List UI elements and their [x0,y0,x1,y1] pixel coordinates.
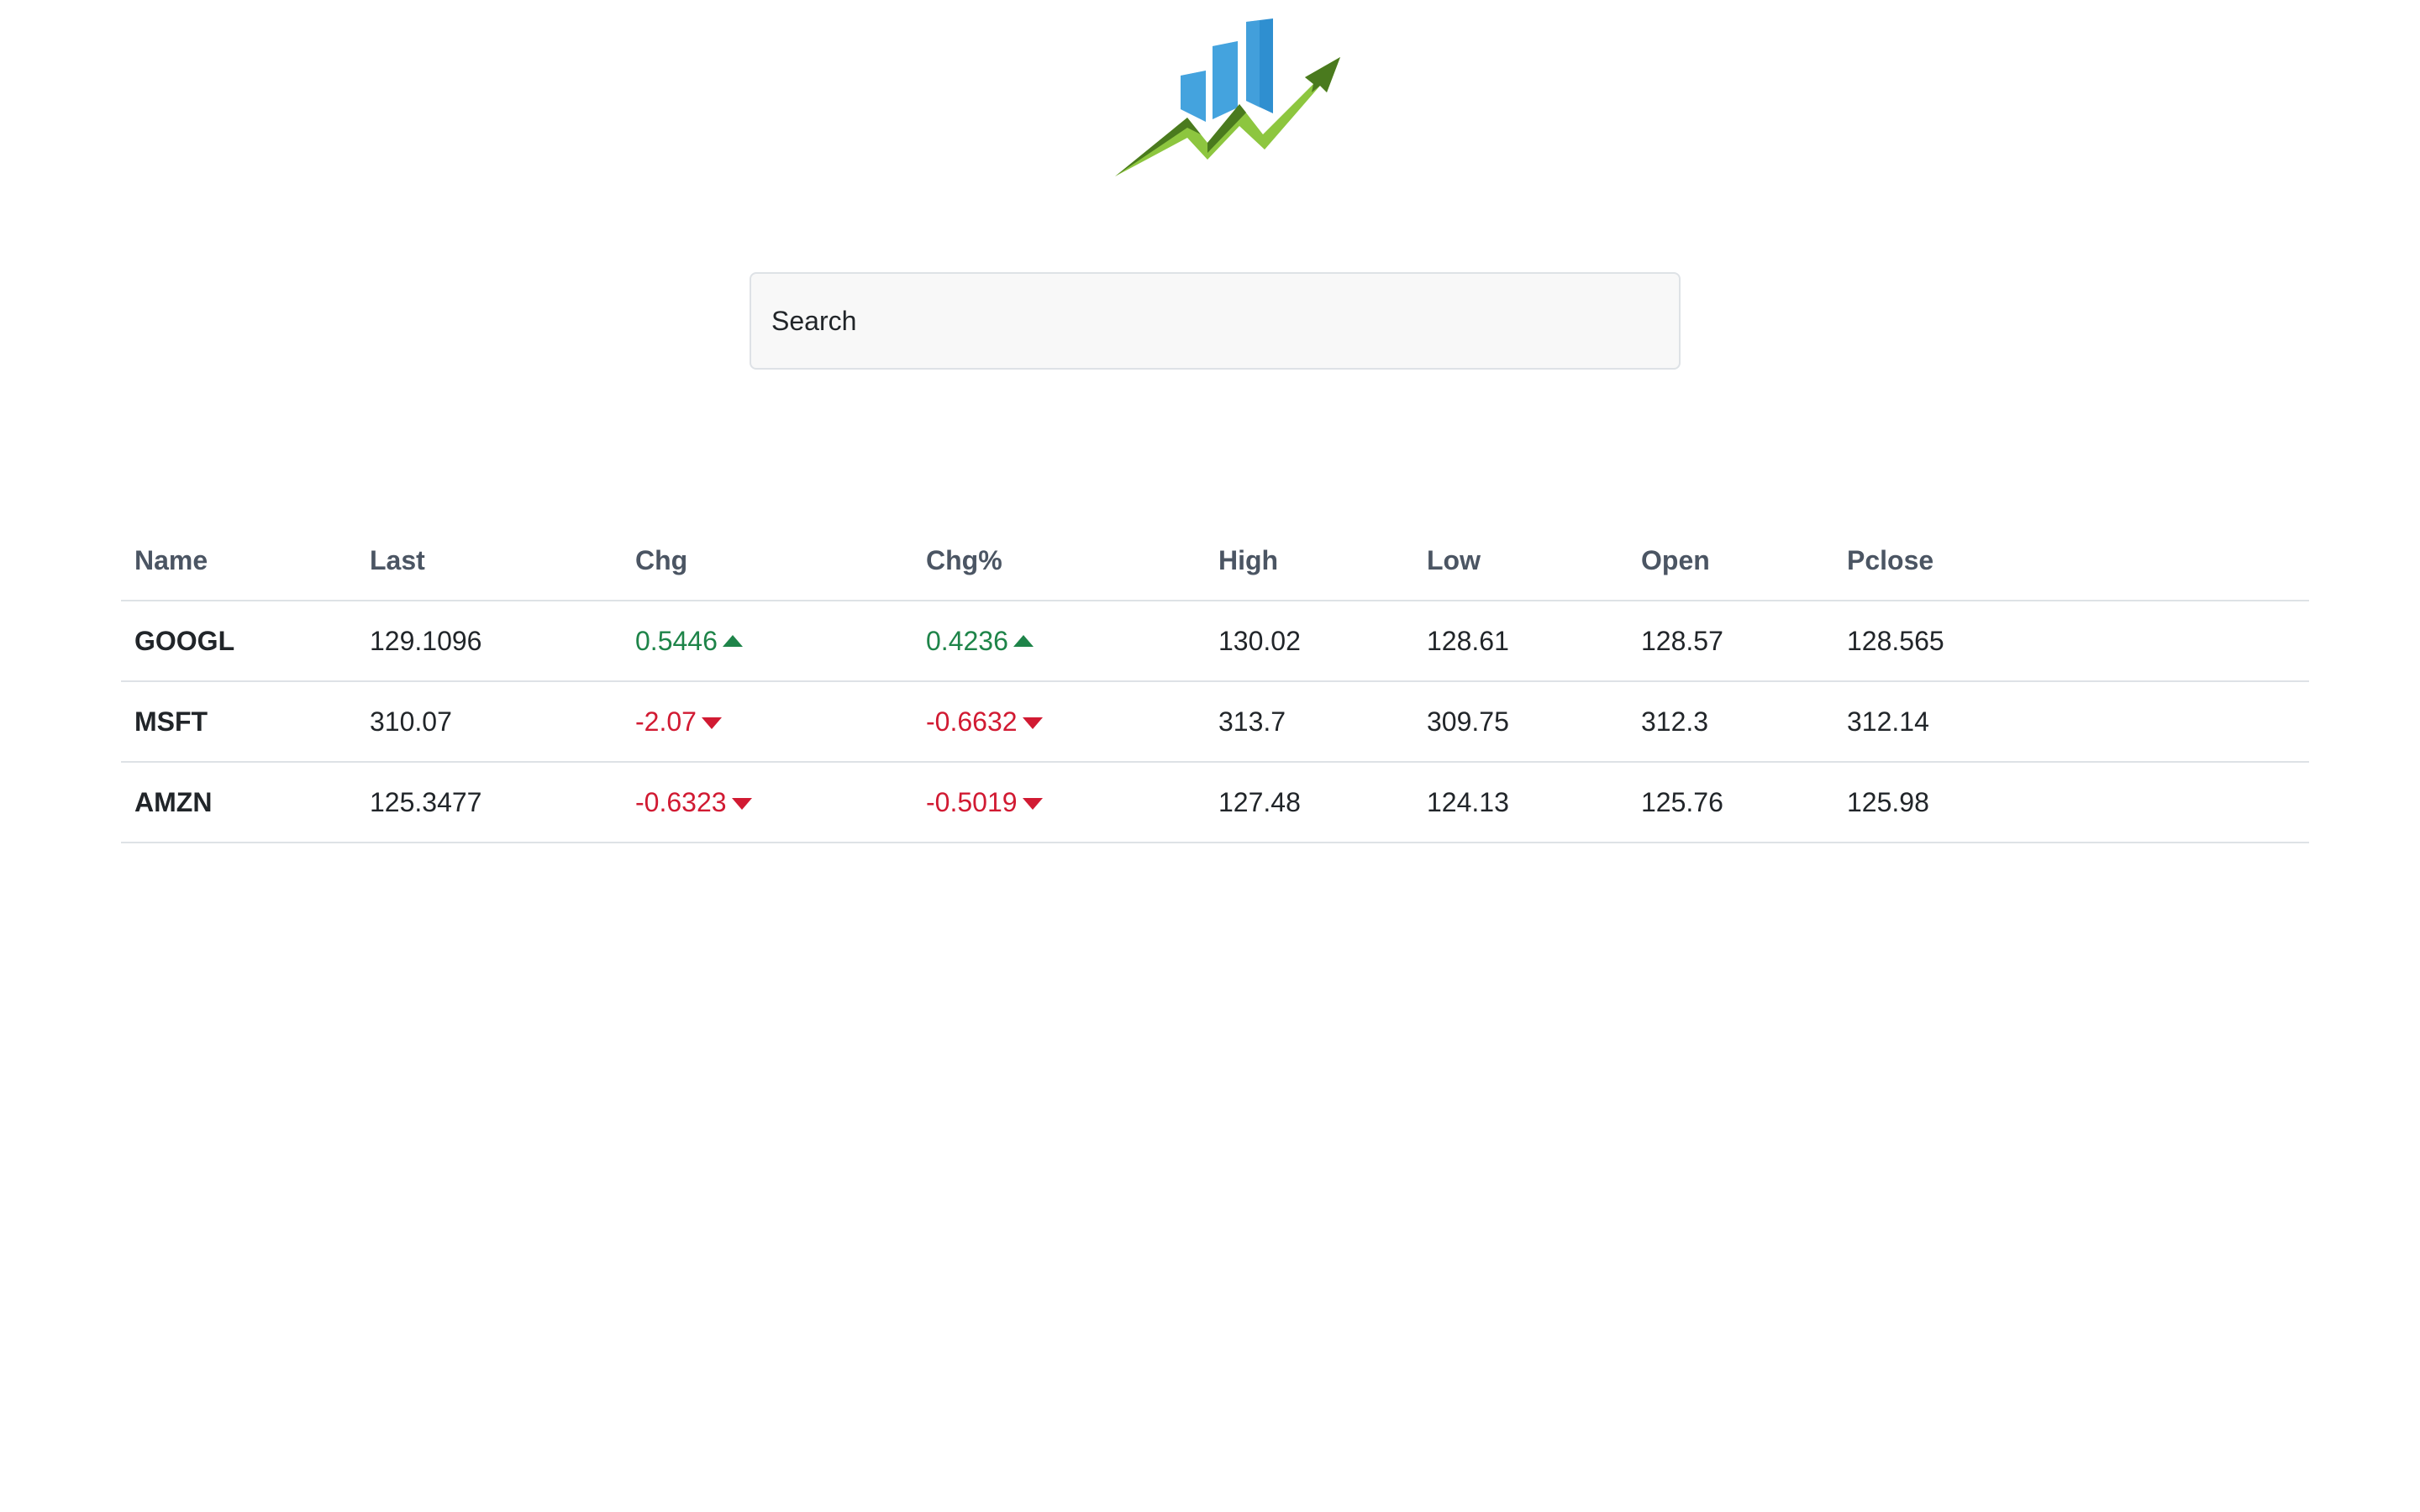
chg-cell: -0.6323 [622,762,913,843]
search-box [750,272,1681,370]
last-cell: 129.1096 [356,601,622,682]
caret-down-icon [1022,717,1043,730]
caret-up-icon [722,635,743,648]
chg-percent-cell: -0.6632 [913,681,1205,763]
low-cell: 309.75 [1413,681,1628,763]
pclose-cell: 312.14 [1833,681,2309,763]
table-row[interactable]: AMZN 125.3477 -0.6323 -0.5019 127.48 124… [121,762,2309,843]
page: Name Last Chg Chg% High Low Open Pclose … [0,0,2420,1512]
caret-down-icon [731,798,752,811]
caret-down-icon [1022,798,1043,811]
symbol-cell[interactable]: AMZN [121,762,356,843]
column-header-low[interactable]: Low [1413,521,1628,601]
caret-up-icon [1013,635,1034,648]
chg-percent-cell: 0.4236 [913,601,1205,682]
chg-value: 0.5446 [635,625,718,656]
high-cell: 130.02 [1205,601,1413,682]
open-cell: 128.57 [1628,601,1833,682]
chg-percent-value: -0.5019 [926,786,1018,817]
chg-cell: 0.5446 [622,601,913,682]
logo [1115,18,1340,176]
open-cell: 125.76 [1628,762,1833,843]
chg-percent-cell: -0.5019 [913,762,1205,843]
column-header-chg[interactable]: Chg [622,521,913,601]
caret-down-icon [701,717,722,730]
chg-percent-value: -0.6632 [926,706,1018,737]
low-cell: 124.13 [1413,762,1628,843]
table-header-row: Name Last Chg Chg% High Low Open Pclose [121,521,2309,601]
column-header-chg-percent[interactable]: Chg% [913,521,1205,601]
high-cell: 313.7 [1205,681,1413,763]
chg-cell: -2.07 [622,681,913,763]
column-header-pclose[interactable]: Pclose [1833,521,2309,601]
pclose-cell: 128.565 [1833,601,2309,682]
column-header-name[interactable]: Name [121,521,356,601]
column-header-high[interactable]: High [1205,521,1413,601]
chg-value: -2.07 [635,706,697,737]
symbol-cell[interactable]: MSFT [121,681,356,763]
quotes-table: Name Last Chg Chg% High Low Open Pclose … [121,521,2309,843]
column-header-last[interactable]: Last [356,521,622,601]
column-header-open[interactable]: Open [1628,521,1833,601]
last-cell: 310.07 [356,681,622,763]
table-row[interactable]: GOOGL 129.1096 0.5446 0.4236 130.02 128.… [121,601,2309,682]
symbol-cell[interactable]: GOOGL [121,601,356,682]
open-cell: 312.3 [1628,681,1833,763]
low-cell: 128.61 [1413,601,1628,682]
chg-percent-value: 0.4236 [926,625,1008,656]
last-cell: 125.3477 [356,762,622,843]
high-cell: 127.48 [1205,762,1413,843]
pclose-cell: 125.98 [1833,762,2309,843]
search-input[interactable] [750,272,1681,370]
chg-value: -0.6323 [635,786,727,817]
table-row[interactable]: MSFT 310.07 -2.07 -0.6632 313.7 309.75 3… [121,681,2309,763]
